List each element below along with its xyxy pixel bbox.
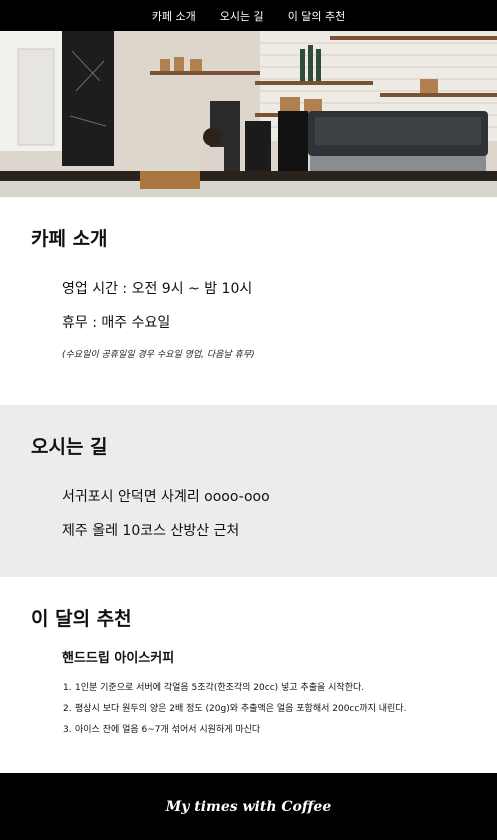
footer: My times with Coffee [0, 773, 497, 840]
route-section: 오시는 길 서귀포시 안덕면 사계리 oooo-ooo 제주 올레 10코스 산… [0, 405, 497, 577]
top-navigation: 카페 소개 오시는 길 이 달의 추천 [0, 0, 497, 31]
closed-day: 휴무 : 매주 수요일 [62, 315, 171, 331]
recipe-steps: 1. 1인분 기준으로 서버에 각얼음 5조각(한조각의 20cc) 넣고 추출을… [31, 682, 497, 736]
address: 서귀포시 안덕면 사계리 oooo-ooo [62, 489, 270, 505]
recommend-section: 이 달의 추천 핸드드립 아이스커피 1. 1인분 기준으로 서버에 각얼음 5조… [0, 577, 497, 773]
landmark: 제주 올레 10코스 산방산 근처 [62, 523, 240, 539]
footer-title: My times with Coffee [165, 798, 332, 815]
about-section: 카페 소개 영업 시간 : 오전 9시 ~ 밤 10시 휴무 : 매주 수요일 … [0, 197, 497, 405]
business-hours: 영업 시간 : 오전 9시 ~ 밤 10시 [62, 281, 253, 297]
hero-cafe-image [0, 31, 497, 197]
holiday-note: (수요일이 공휴일일 경우 수요일 영업, 다음날 휴무) [62, 350, 255, 360]
recipe-step-text: 1인분 기준으로 서버에 각얼음 5조각(한조각의 20cc) 넣고 추출을 시… [75, 683, 365, 693]
nav-link-recommend[interactable]: 이 달의 추천 [288, 6, 346, 26]
recommend-title: 이 달의 추천 [31, 608, 132, 630]
recipe-step: 1. 1인분 기준으로 서버에 각얼음 5조각(한조각의 20cc) 넣고 추출을… [63, 683, 365, 693]
recipe-step: 2. 평상시 보다 원두의 양은 2배 정도 (20g)와 추출액은 얼음 포함해… [63, 704, 407, 714]
about-title: 카페 소개 [31, 228, 108, 250]
recipe-step-text: 평상시 보다 원두의 양은 2배 정도 (20g)와 추출액은 얼음 포함해서 … [75, 704, 407, 714]
route-title: 오시는 길 [31, 436, 108, 458]
menu-name: 핸드드립 아이스커피 [62, 651, 175, 666]
nav-link-about[interactable]: 카페 소개 [152, 6, 196, 26]
nav-link-route[interactable]: 오시는 길 [220, 6, 264, 26]
recipe-step: 3. 아이스 잔에 얼음 6~7개 섞어서 시원하게 마신다 [63, 725, 261, 735]
recipe-step-text: 아이스 잔에 얼음 6~7개 섞어서 시원하게 마신다 [75, 725, 261, 735]
hero-illustration [0, 31, 497, 197]
